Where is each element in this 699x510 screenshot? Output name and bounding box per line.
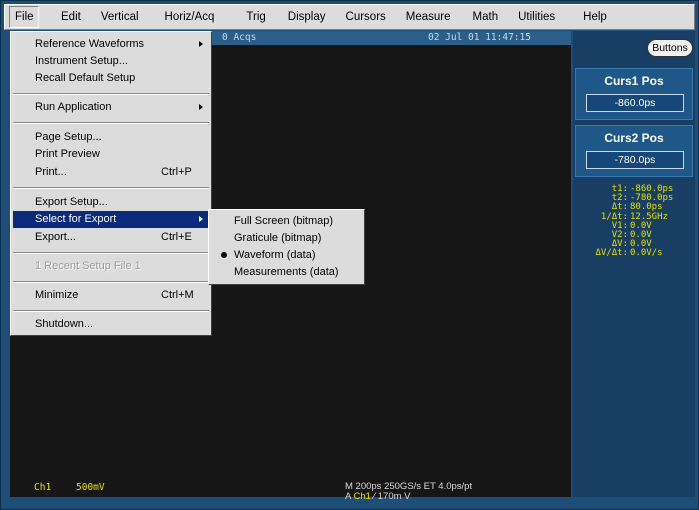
menu-item-shortcut: Ctrl+P bbox=[161, 166, 192, 178]
menu-math[interactable]: Math bbox=[465, 5, 507, 29]
trigger-level: 170m bbox=[377, 491, 402, 502]
submenu-arrow-icon bbox=[199, 104, 203, 110]
submenu-item-graticule[interactable]: Graticule (bitmap) bbox=[211, 230, 362, 246]
date-time: 02 Jul 01 11:47:15 bbox=[428, 32, 531, 43]
selected-bullet-icon bbox=[221, 252, 227, 258]
menu-item-run-application[interactable]: Run Application bbox=[13, 99, 209, 116]
menu-vertical[interactable]: Vertical bbox=[93, 5, 147, 29]
channel-label[interactable]: Ch1 bbox=[34, 482, 51, 493]
menu-item-label: Reference Waveforms bbox=[35, 38, 145, 50]
menu-help[interactable]: Help bbox=[575, 5, 615, 29]
menu-item-label: Export Setup... bbox=[35, 196, 108, 208]
export-submenu: Full Screen (bitmap) Graticule (bitmap) … bbox=[208, 209, 365, 285]
file-menu: Reference Waveforms Instrument Setup... … bbox=[10, 31, 212, 336]
menu-item-label: Export... bbox=[35, 231, 76, 243]
channel-scale[interactable]: 500mV bbox=[76, 482, 105, 493]
menu-cursors[interactable]: Cursors bbox=[338, 5, 394, 29]
menu-bar: File Edit Vertical Horiz/Acq Trig Displa… bbox=[4, 4, 695, 30]
menu-item-print-preview[interactable]: Print Preview bbox=[13, 146, 209, 163]
menu-item-label: 1 Recent Setup File 1 bbox=[35, 260, 141, 272]
menu-item-recent-setup-file: 1 Recent Setup File 1 bbox=[13, 258, 209, 275]
curs2-pos-control[interactable]: Curs2 Pos -780.0ps bbox=[575, 125, 693, 177]
menu-item-export-setup[interactable]: Export Setup... bbox=[13, 194, 209, 211]
menu-horiz-acq[interactable]: Horiz/Acq bbox=[157, 5, 223, 29]
menu-item-select-for-export[interactable]: Select for Export bbox=[13, 211, 209, 228]
menu-separator bbox=[13, 310, 209, 312]
menu-item-export[interactable]: Export... Ctrl+E bbox=[13, 229, 209, 246]
trigger-settings: A Ch1 ⁄ 170m V bbox=[345, 492, 565, 502]
menu-file[interactable]: File bbox=[9, 6, 39, 28]
curs1-value-field[interactable]: -860.0ps bbox=[586, 94, 684, 112]
menu-item-shortcut: Ctrl+E bbox=[161, 231, 192, 243]
menu-edit[interactable]: Edit bbox=[53, 5, 89, 29]
menu-item-minimize[interactable]: Minimize Ctrl+M bbox=[13, 287, 209, 304]
menu-item-label: Page Setup... bbox=[35, 131, 102, 143]
submenu-item-label: Full Screen (bitmap) bbox=[234, 215, 334, 227]
menu-item-shutdown[interactable]: Shutdown... bbox=[13, 316, 209, 333]
submenu-item-waveform[interactable]: Waveform (data) bbox=[211, 247, 362, 263]
menu-item-reference-waveforms[interactable]: Reference Waveforms bbox=[13, 36, 209, 53]
menu-trig[interactable]: Trig bbox=[238, 5, 273, 29]
menu-measure[interactable]: Measure bbox=[398, 5, 459, 29]
menu-separator bbox=[13, 187, 209, 189]
submenu-item-label: Waveform (data) bbox=[234, 249, 316, 261]
submenu-arrow-icon bbox=[199, 41, 203, 47]
menu-item-label: Print Preview bbox=[35, 148, 100, 160]
menu-item-page-setup[interactable]: Page Setup... bbox=[13, 129, 209, 146]
submenu-item-label: Measurements (data) bbox=[234, 266, 339, 278]
curs1-pos-control[interactable]: Curs1 Pos -860.0ps bbox=[575, 68, 693, 120]
acquisition-count: 0 Acqs bbox=[222, 32, 257, 43]
menu-separator bbox=[13, 93, 209, 95]
menu-separator bbox=[13, 122, 209, 124]
submenu-item-label: Graticule (bitmap) bbox=[234, 232, 322, 244]
menu-item-label: Recall Default Setup bbox=[35, 72, 136, 84]
menu-item-label: Instrument Setup... bbox=[35, 55, 128, 67]
trigger-mode: A bbox=[345, 491, 351, 502]
menu-item-print[interactable]: Print... Ctrl+P bbox=[13, 164, 209, 181]
horizontal-readout[interactable]: M 200ps 250GS/s ET 4.0ps/pt A Ch1 ⁄ 170m… bbox=[345, 482, 565, 506]
trigger-source: Ch1 bbox=[353, 491, 371, 502]
trigger-level-unit: V bbox=[404, 491, 411, 502]
menu-item-label: Shutdown... bbox=[35, 318, 94, 330]
readout-row: ΔV/Δt: 0.0V/s bbox=[578, 249, 688, 258]
menu-item-label: Print... bbox=[35, 166, 67, 178]
buttons-toggle-button[interactable]: Buttons bbox=[647, 39, 693, 57]
menu-item-shortcut: Ctrl+M bbox=[161, 289, 194, 301]
curs2-title: Curs2 Pos bbox=[604, 131, 664, 145]
menu-separator bbox=[13, 252, 209, 254]
menu-item-recall-default-setup[interactable]: Recall Default Setup bbox=[13, 70, 209, 87]
menu-utilities[interactable]: Utilities bbox=[510, 5, 563, 29]
menu-item-label: Select for Export bbox=[35, 213, 117, 225]
menu-item-label: Run Application bbox=[35, 101, 112, 113]
curs2-value-field[interactable]: -780.0ps bbox=[586, 151, 684, 169]
menu-separator bbox=[13, 281, 209, 283]
menu-item-label: Minimize bbox=[35, 289, 79, 301]
menu-item-instrument-setup[interactable]: Instrument Setup... bbox=[13, 53, 209, 70]
cursor-readout: t1: -860.0ps t2: -780.0ps Δt: 80.0ps 1/Δt: 1… bbox=[578, 184, 688, 259]
curs1-title: Curs1 Pos bbox=[604, 74, 664, 88]
submenu-item-measurements[interactable]: Measurements (data) bbox=[211, 264, 362, 280]
menu-display[interactable]: Display bbox=[280, 5, 334, 29]
submenu-arrow-icon bbox=[199, 216, 203, 222]
submenu-item-full-screen[interactable]: Full Screen (bitmap) bbox=[211, 213, 362, 229]
readout-label: ΔV/Δt: bbox=[595, 248, 628, 259]
readout-value: 0.0V/s bbox=[630, 248, 663, 259]
trigger-slope-icon: ⁄ bbox=[373, 491, 376, 502]
